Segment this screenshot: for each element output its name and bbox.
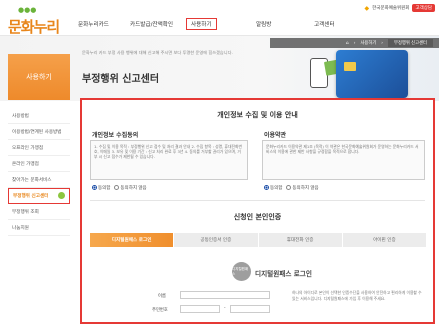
tos-terms-box[interactable]: 문화누리카드 이용약관 제1조 (목적) 이 약관은 한국문화예술위원회가 운영… bbox=[262, 140, 425, 180]
tos-disagree-radio[interactable]: 동의하지 않음 bbox=[286, 185, 319, 191]
privacy-agree-radio[interactable]: 동의함 bbox=[92, 185, 110, 191]
sidebar-item-share[interactable]: 나눔지원 bbox=[8, 220, 70, 236]
sidebar-item-lookup[interactable]: 부정행위 조회 bbox=[8, 204, 70, 220]
privacy-consent-radios: 동의함 동의하지 않음 bbox=[92, 185, 147, 191]
birth-input-front[interactable] bbox=[180, 305, 220, 313]
tos-consent-radios: 동의함 동의하지 않음 bbox=[264, 185, 319, 191]
page-title: 부정행위 신고센터 bbox=[82, 74, 160, 85]
page: ●●● 문화누리 문화누리카드 카드발급/잔액확인 사용하기 알림방 고객센터 … bbox=[0, 0, 439, 325]
top-right-area: ◆ 한국문화예술위원회 고객상담 bbox=[365, 4, 435, 12]
privacy-consent-title: 개인정보 수집동의 bbox=[92, 132, 139, 139]
sidebar-item-howto[interactable]: 사용방법 bbox=[8, 108, 70, 124]
birth-label: 주민번호 bbox=[152, 308, 168, 313]
home-icon[interactable]: ⌂ bbox=[346, 41, 349, 46]
header: ●●● 문화누리 문화누리카드 카드발급/잔액확인 사용하기 알림방 고객센터 … bbox=[0, 0, 439, 36]
privacy-terms-box[interactable]: 1. 수집 및 이용 목적 : 부정행위 신고 접수 및 처리 결과 안내 2.… bbox=[90, 140, 248, 180]
tos-title: 이용약관 bbox=[264, 132, 287, 139]
section-divider bbox=[90, 200, 425, 201]
banner-description: 문화누리 카드 부정 사용 행위에 대해 신고해 주시면 보다 투명한 운영에 … bbox=[82, 50, 233, 55]
breadcrumb-sep: › bbox=[353, 40, 356, 46]
active-indicator-icon bbox=[58, 192, 65, 199]
auth-tabs: 디지털원패스 로그인 공동인증서 인증 휴대전화 인증 아이핀 인증 bbox=[90, 233, 427, 247]
auth-section-title: 신청인 본인인증 bbox=[233, 213, 282, 221]
nav-item-use[interactable]: 사용하기 bbox=[186, 18, 217, 30]
org-name[interactable]: 한국문화예술위원회 bbox=[372, 5, 409, 11]
logo-text: 문화누리 bbox=[8, 18, 60, 36]
tos-agree-radio[interactable]: 동의함 bbox=[264, 185, 282, 191]
top-badge[interactable]: 고객상담 bbox=[412, 4, 435, 12]
nav-item-card[interactable]: 문화누리카드 bbox=[78, 20, 109, 28]
nav-item-support[interactable]: 고객센터 bbox=[314, 20, 335, 28]
tab-certificate[interactable]: 공동인증서 인증 bbox=[174, 233, 259, 247]
birth-input-back[interactable] bbox=[230, 305, 270, 313]
card-illustration bbox=[336, 50, 408, 98]
privacy-disagree-radio[interactable]: 동의하지 않음 bbox=[114, 185, 147, 191]
birth-separator: - bbox=[224, 306, 226, 311]
logo[interactable]: ●●● 문화누리 bbox=[4, 6, 60, 36]
onepass-description: 하나의 아이디로 본인이 선택한 인증수단을 사용하여 안전하고 편리하게 이용… bbox=[292, 290, 422, 301]
name-label: 이름 bbox=[158, 294, 166, 299]
tab-digital-onepass[interactable]: 디지털원패스 로그인 bbox=[90, 233, 175, 247]
report-content: 개인정보 수집 및 이용 안내 개인정보 수집동의 1. 수집 및 이용 목적 … bbox=[80, 98, 435, 324]
breadcrumb-sep: › bbox=[381, 40, 383, 46]
logo-dots-icon: ●●● bbox=[18, 6, 37, 14]
sidebar-item-online[interactable]: 온라인 가맹점 bbox=[8, 156, 70, 172]
consent-section-title: 개인정보 수집 및 이용 안내 bbox=[217, 111, 298, 119]
digital-onepass-logo: 디지털원패스 bbox=[232, 262, 251, 281]
onepass-login-title: 디지털원패스 로그인 bbox=[255, 270, 312, 278]
tab-mobile[interactable]: 휴대전화 인증 bbox=[258, 233, 343, 247]
breadcrumb-current: 부정행위 신고센터 bbox=[388, 39, 433, 47]
nav-item-notice[interactable]: 알림방 bbox=[256, 20, 271, 28]
breadcrumb-level1[interactable]: 사용하기 bbox=[360, 40, 376, 46]
sidebar-item-linked[interactable]: 이용방법/연계된 사용방법 bbox=[8, 124, 70, 140]
name-input[interactable] bbox=[180, 291, 270, 299]
tab-ipin[interactable]: 아이핀 인증 bbox=[342, 233, 427, 247]
nav-item-issue[interactable]: 카드발급/잔액확인 bbox=[130, 20, 173, 28]
sidebar-title: 사용하기 bbox=[8, 54, 70, 100]
breadcrumb: ⌂ › 사용하기 › 부정행위 신고센터 bbox=[270, 38, 439, 48]
sidebar-item-offline[interactable]: 오프라인 가맹점 bbox=[8, 140, 70, 156]
org-logo-icon: ◆ bbox=[364, 4, 370, 12]
sidebar-item-visit[interactable]: 찾아가는 문화서비스 bbox=[8, 172, 70, 188]
